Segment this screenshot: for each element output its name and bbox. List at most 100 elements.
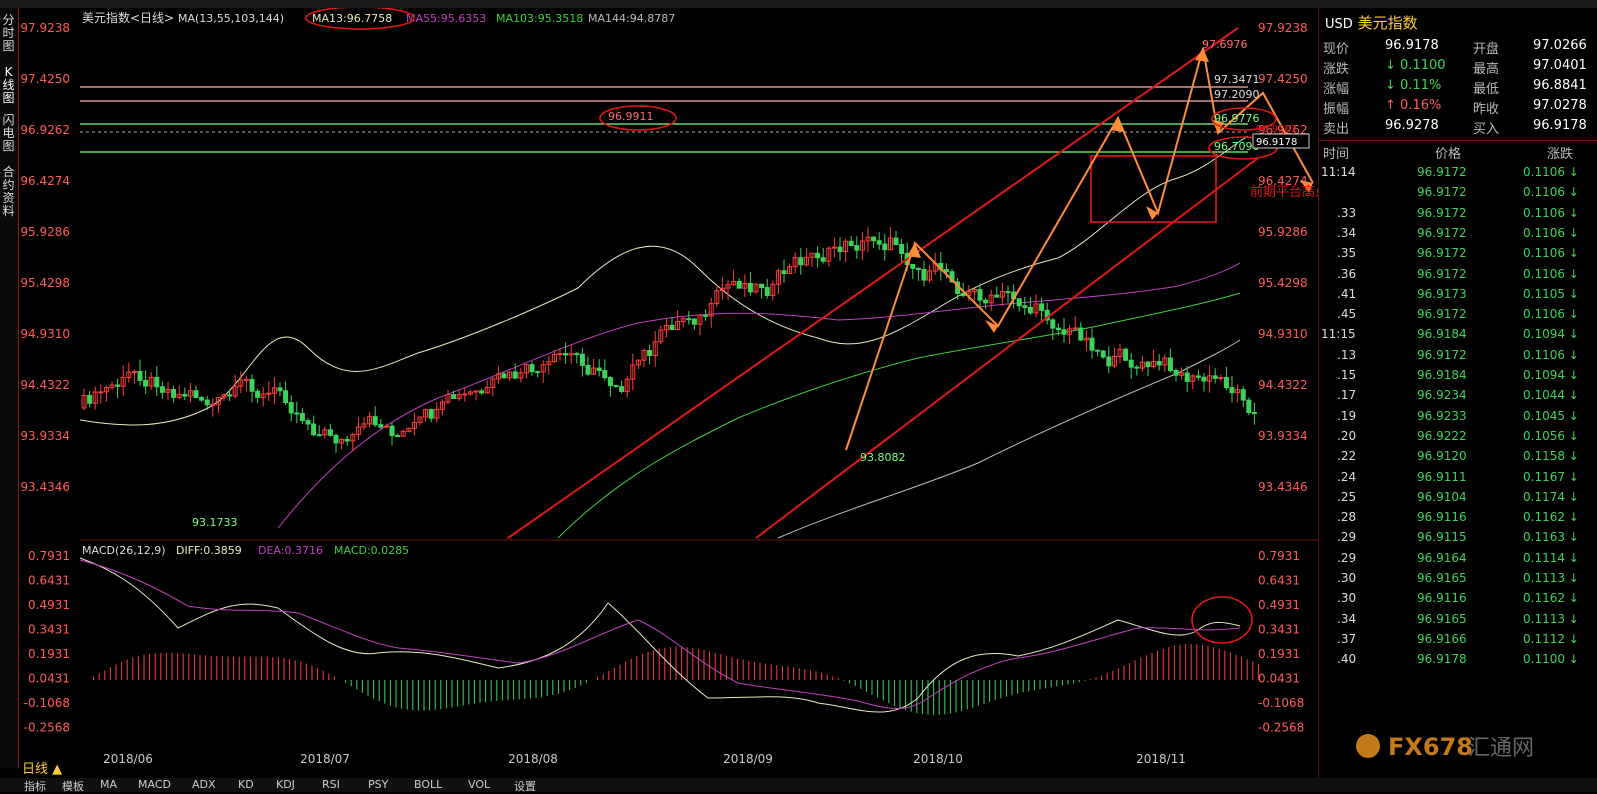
candle-body — [1022, 305, 1028, 308]
left-axis-tick: 93.4346 — [20, 480, 70, 494]
tick-time: 11:15 — [1321, 327, 1356, 342]
top-toolbar-strip — [0, 0, 1597, 8]
bottom-tab[interactable]: BOLL — [414, 778, 442, 791]
tick-row[interactable]: 11:14 96.9172 0.1106 ↓ — [1319, 162, 1597, 182]
candle-body — [210, 403, 216, 406]
tick-row[interactable]: 11:15 96.9184 0.1094 ↓ — [1319, 324, 1597, 344]
left-price-axis: 97.9238 97.4250 96.9262 96.4274 95.9286 95.42… — [20, 21, 70, 494]
kline-chart[interactable]: 美元指数<日线> MA(13,55,103,144) MA13:96.7758 … — [18, 8, 1318, 778]
tick-change: 0.1106 ↓ — [1523, 225, 1579, 240]
tick-time: .28 — [1337, 510, 1357, 525]
tick-row[interactable]: 96.9172 0.1106 ↓ — [1319, 182, 1597, 202]
tick-change: 0.1045 ↓ — [1523, 408, 1579, 423]
tick-row[interactable]: .34 96.9172 0.1106 ↓ — [1319, 223, 1597, 243]
right-axis-tick: 93.9334 — [1258, 429, 1308, 443]
quote-value: 96.8841 — [1533, 78, 1587, 93]
quote-title: USD 美元指数 — [1325, 12, 1418, 33]
tab-kline[interactable]: K线图 — [0, 66, 17, 105]
left-axis-tick: 93.9334 — [20, 429, 70, 443]
tick-row[interactable]: .41 96.9173 0.1105 ↓ — [1319, 284, 1597, 304]
candle-body — [1184, 372, 1190, 382]
macd-value: MACD:0.0285 — [334, 544, 409, 557]
tick-row[interactable]: .13 96.9172 0.1106 ↓ — [1319, 345, 1597, 365]
candle-body — [87, 395, 93, 404]
candle-body — [1100, 350, 1106, 358]
bottom-tab[interactable]: KDJ — [276, 778, 295, 791]
tick-price: 96.9172 — [1417, 266, 1467, 281]
tick-row[interactable]: .24 96.9111 0.1167 ↓ — [1319, 467, 1597, 487]
bottom-tab[interactable]: MA — [100, 778, 117, 791]
candle-body — [686, 318, 692, 321]
candle-body — [294, 412, 300, 415]
bottom-indicator-bar: 指标 模板 MA MACD ADX KD KDJ RSI PSY BOLL VOL 设置 — [0, 778, 1597, 793]
tick-row[interactable]: .28 96.9116 0.1162 ↓ — [1319, 507, 1597, 527]
candle-body — [994, 294, 1000, 298]
right-price-axis: 97.923897.425096.926296.427495.928695.42… — [1258, 21, 1308, 494]
tick-row[interactable]: .35 96.9172 0.1106 ↓ — [1319, 243, 1597, 263]
candle-body — [1251, 412, 1257, 415]
left-view-tabs: 分时图 K线图 闪电图 合约资料 — [0, 8, 19, 768]
candlestick-series — [81, 226, 1257, 453]
macd-right-tick: 0.3431 — [1258, 623, 1300, 637]
tick-row[interactable]: .29 96.9164 0.1114 ↓ — [1319, 548, 1597, 568]
bottom-tab[interactable]: VOL — [468, 778, 490, 791]
tick-row[interactable]: .15 96.9184 0.1094 ↓ — [1319, 365, 1597, 385]
quote-label: 现价 — [1323, 42, 1350, 57]
tick-row[interactable]: .29 96.9115 0.1163 ↓ — [1319, 527, 1597, 547]
tick-time: .34 — [1337, 225, 1357, 240]
tick-time: .37 — [1337, 631, 1357, 646]
tab-contract-info[interactable]: 合约资料 — [0, 166, 17, 218]
bottom-tab[interactable]: KD — [238, 778, 254, 791]
tick-price: 96.9165 — [1417, 571, 1467, 585]
candle-body — [479, 390, 485, 394]
tab-flash[interactable]: 闪电图 — [0, 114, 17, 153]
quote-panel: USD 美元指数 现价 96.9178 开盘 97.0266 涨跌 ↓ 0.1100 最高 9… — [1318, 8, 1597, 778]
candle-body — [383, 425, 389, 428]
tick-row[interactable]: .19 96.9233 0.1045 ↓ — [1319, 406, 1597, 426]
tick-row[interactable]: .25 96.9104 0.1174 ↓ — [1319, 487, 1597, 507]
tick-row[interactable]: .17 96.9234 0.1044 ↓ — [1319, 385, 1597, 405]
bottom-tab[interactable]: RSI — [322, 778, 340, 791]
candle-body — [1027, 306, 1033, 314]
candle-body — [837, 246, 843, 253]
right-axis-tick: 93.4346 — [1258, 480, 1308, 494]
candle-body — [283, 390, 289, 404]
tick-row[interactable]: .36 96.9172 0.1106 ↓ — [1319, 264, 1597, 284]
candle-body — [378, 424, 384, 428]
macd-right-tick: -0.1068 — [1258, 696, 1304, 710]
symbol-code: USD — [1325, 17, 1353, 32]
tick-price: 96.9116 — [1417, 591, 1467, 606]
quote-label: 涨幅 — [1323, 82, 1350, 97]
candle-body — [249, 378, 255, 392]
tick-row[interactable]: .20 96.9222 0.1056 ↓ — [1319, 426, 1597, 446]
tick-row[interactable]: .30 96.9116 0.1162 ↓ — [1319, 588, 1597, 608]
candle-body — [1173, 369, 1179, 376]
tick-time: .45 — [1337, 307, 1357, 322]
tick-row[interactable]: .22 96.9120 0.1158 ↓ — [1319, 446, 1597, 466]
logo-text: FX678 — [1388, 733, 1473, 761]
tab-timeshare[interactable]: 分时图 — [0, 14, 17, 53]
tick-row[interactable]: .34 96.9165 0.1113 ↓ — [1319, 609, 1597, 629]
candle-body — [501, 373, 507, 379]
tick-row[interactable]: .30 96.9165 0.1113 ↓ — [1319, 568, 1597, 588]
bottom-tab[interactable]: MACD — [138, 778, 171, 791]
bottom-tab[interactable]: ADX — [192, 778, 216, 791]
tick-row[interactable]: .40 96.9178 0.1100 ↓ — [1319, 649, 1597, 669]
tick-row[interactable]: .45 96.9172 0.1106 ↓ — [1319, 304, 1597, 324]
tick-row[interactable]: .33 96.9172 0.1106 ↓ — [1319, 203, 1597, 223]
tick-time: .33 — [1337, 205, 1357, 220]
candle-body — [585, 364, 591, 375]
quote-label: 卖出 — [1323, 122, 1350, 137]
bottom-tab[interactable]: PSY — [368, 778, 388, 791]
candle-body — [372, 416, 378, 426]
tick-row[interactable]: .37 96.9166 0.1112 ↓ — [1319, 629, 1597, 649]
quote-row: 涨幅 ↓ 0.11% 最低 96.8841 — [1319, 76, 1597, 97]
macd-left-tick: 0.3431 — [28, 623, 70, 637]
macd-left-tick: 0.1931 — [28, 647, 70, 661]
tick-change: 0.1106 ↓ — [1523, 246, 1579, 261]
period-selector[interactable]: 日线 ▲ — [22, 758, 62, 777]
right-axis-tick: 97.9238 — [1258, 21, 1308, 35]
candle-body — [1229, 387, 1235, 394]
candle-body — [266, 392, 272, 395]
quote-label: 最低 — [1473, 82, 1500, 97]
